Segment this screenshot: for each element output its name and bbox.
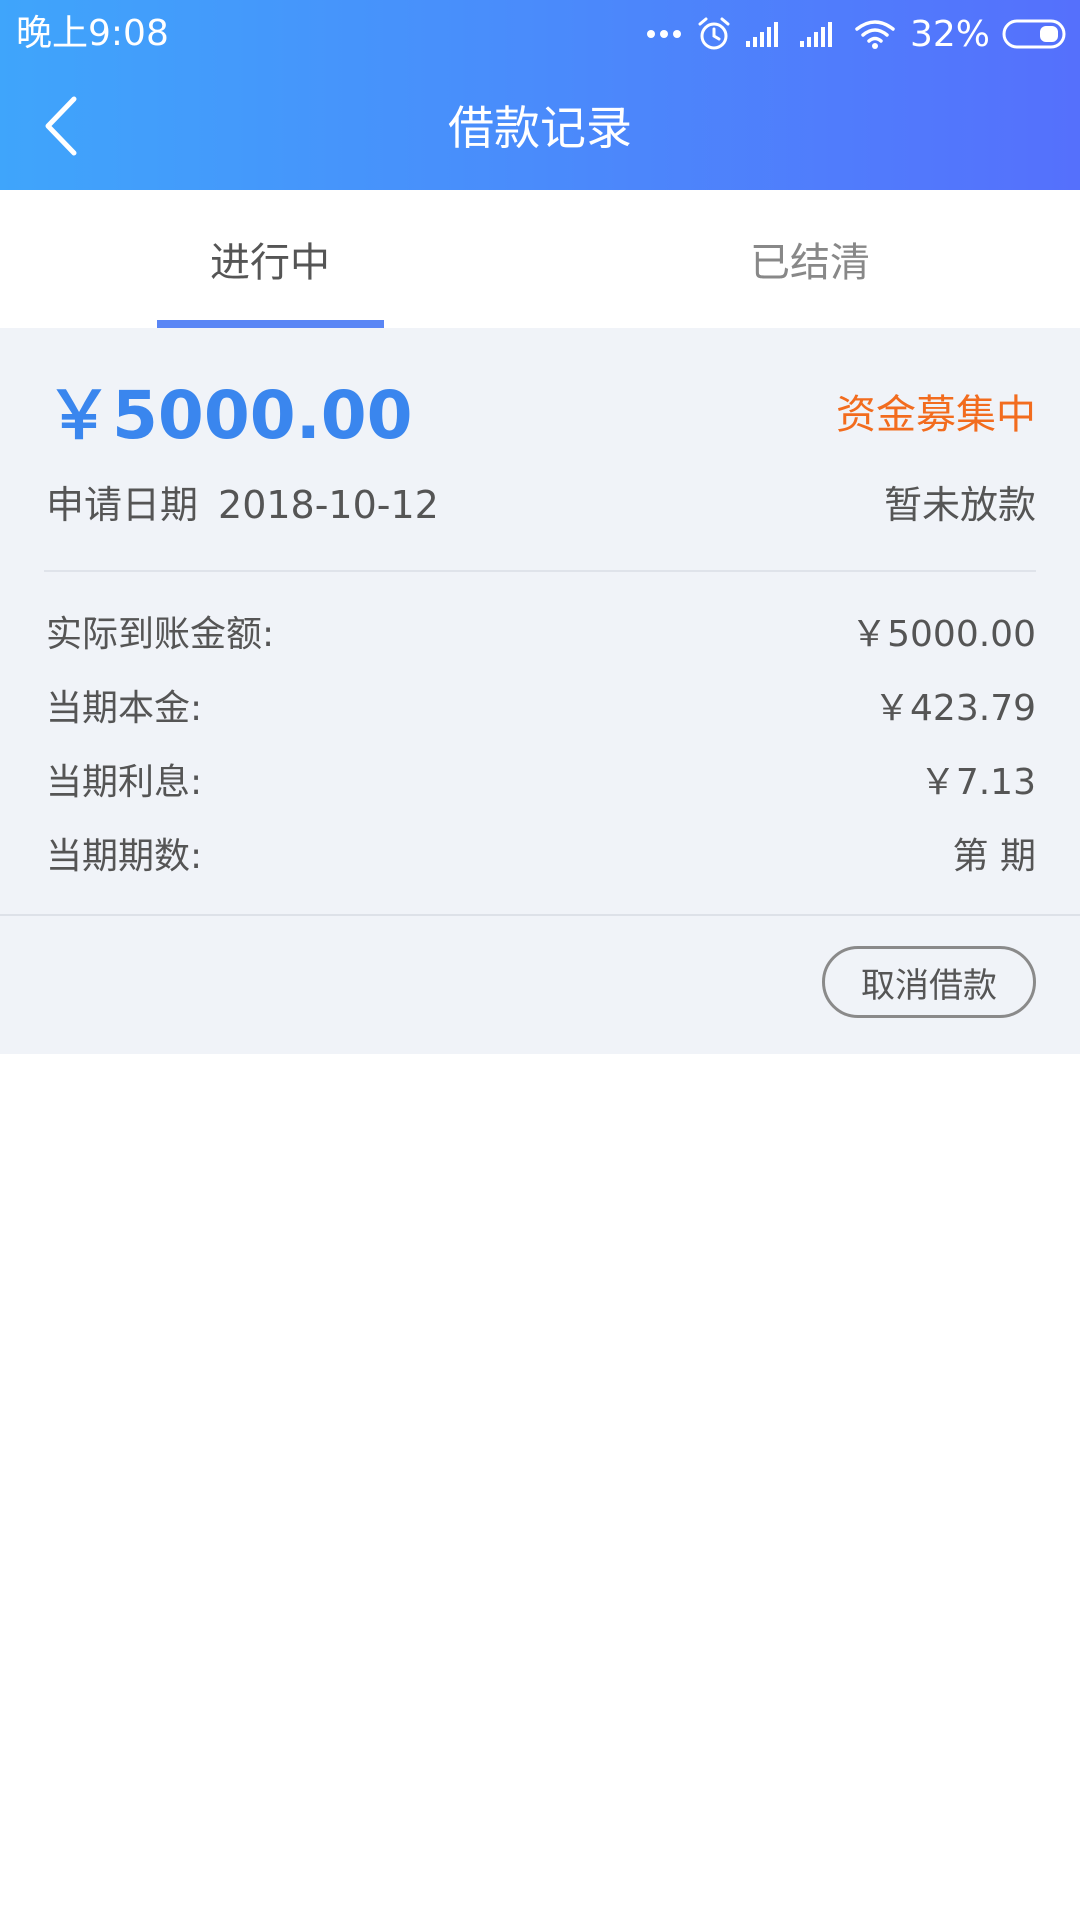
tab-settled[interactable]: 已结清	[540, 190, 1080, 328]
tab-bar: 进行中 已结清	[0, 190, 1080, 328]
status-badge: 资金募集中	[836, 392, 1036, 438]
divider	[0, 914, 1080, 916]
loan-card[interactable]: ￥5000.00 资金募集中 申请日期 2018-10-12 暂未放款 实际到账金…	[0, 328, 1080, 1054]
loan-state: 暂未放款	[883, 483, 1036, 527]
page-title: 借款记录	[448, 101, 632, 155]
detail-value: 第 期	[952, 836, 1036, 877]
signal-icon	[745, 19, 786, 49]
status-bar: 晚上9:08 32%	[0, 0, 1080, 68]
detail-value: ￥5000.00	[851, 614, 1036, 655]
tab-indicator	[157, 320, 384, 328]
battery-percent: 32%	[909, 13, 990, 55]
detail-value: ￥423.79	[874, 688, 1036, 729]
detail-row: 当期利息: ￥7.13	[46, 754, 1036, 804]
detail-label: 当期期数:	[46, 836, 203, 877]
apply-date-label: 申请日期	[46, 483, 199, 527]
status-icons: 32%	[632, 10, 1068, 58]
cancel-loan-button[interactable]: 取消借款	[822, 946, 1036, 1018]
header: 晚上9:08 32% 借款记录	[0, 0, 1080, 190]
alarm-icon	[696, 16, 732, 52]
apply-date: 申请日期 2018-10-12	[46, 480, 439, 530]
nav-bar: 借款记录	[0, 68, 1080, 190]
more-dots-icon	[646, 28, 682, 40]
tab-ongoing[interactable]: 进行中	[0, 190, 540, 328]
loan-amount: ￥5000.00	[46, 377, 413, 454]
detail-row: 当期期数: 第 期	[46, 828, 1036, 878]
detail-row: 实际到账金额: ￥5000.00	[46, 606, 1036, 656]
signal-icon	[799, 19, 840, 49]
wifi-icon	[854, 18, 896, 50]
divider	[44, 570, 1036, 572]
detail-value: ￥7.13	[919, 762, 1036, 803]
detail-label: 当期本金:	[46, 688, 203, 729]
detail-row: 当期本金: ￥423.79	[46, 680, 1036, 730]
status-time: 晚上9:08	[16, 13, 169, 54]
detail-label: 实际到账金额:	[46, 614, 275, 655]
battery-icon	[1002, 19, 1068, 49]
detail-label: 当期利息:	[46, 762, 203, 803]
apply-date-value: 2018-10-12	[218, 483, 439, 527]
